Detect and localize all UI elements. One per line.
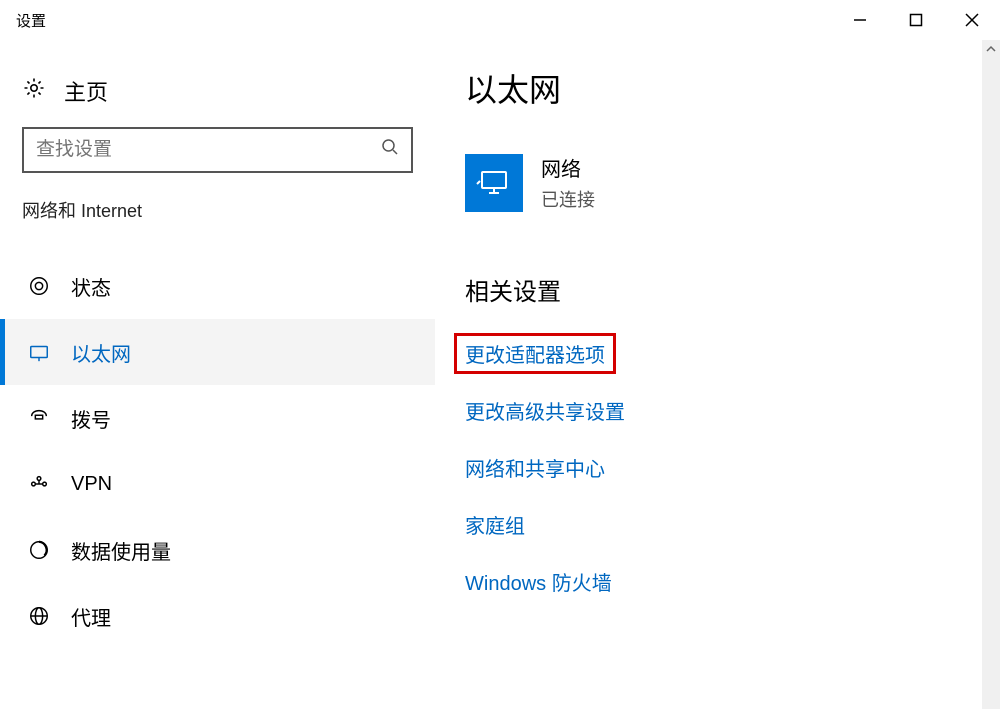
network-name: 网络 — [541, 153, 595, 182]
datausage-icon — [27, 539, 51, 561]
scroll-up-icon[interactable] — [982, 40, 1000, 58]
sidebar-item-label: 以太网 — [71, 338, 131, 367]
section-label: 网络和 Internet — [0, 197, 435, 253]
sidebar-item-proxy[interactable]: 代理 — [0, 583, 435, 649]
sidebar-item-status[interactable]: 状态 — [0, 253, 435, 319]
home-link[interactable]: 主页 — [0, 65, 435, 127]
minimize-button[interactable] — [832, 0, 888, 40]
link-network-center[interactable]: 网络和共享中心 — [465, 453, 605, 482]
proxy-icon — [27, 605, 51, 627]
link-firewall[interactable]: Windows 防火墙 — [465, 567, 612, 596]
sidebar-item-vpn[interactable]: VPN — [0, 451, 435, 517]
page-title: 以太网 — [465, 65, 1000, 111]
sidebar-item-dialup[interactable]: 拨号 — [0, 385, 435, 451]
status-icon — [27, 275, 51, 297]
network-item[interactable]: 网络 已连接 — [465, 153, 1000, 212]
sidebar-item-datausage[interactable]: 数据使用量 — [0, 517, 435, 583]
search-field[interactable] — [36, 139, 381, 161]
network-status: 已连接 — [541, 186, 595, 212]
content: 以太网 网络 已连接 相关设置 更改适配器选项 更改高级共享设置 网络和共享中心… — [435, 40, 1000, 709]
sidebar-item-label: 拨号 — [71, 404, 111, 433]
network-computer-icon — [465, 154, 523, 212]
scrollbar[interactable] — [982, 40, 1000, 709]
related-links: 更改适配器选项 更改高级共享设置 网络和共享中心 家庭组 Windows 防火墙 — [465, 339, 1000, 596]
close-button[interactable] — [944, 0, 1000, 40]
dialup-icon — [27, 407, 51, 429]
related-title: 相关设置 — [465, 272, 1000, 307]
link-homegroup[interactable]: 家庭组 — [465, 510, 525, 539]
window-controls — [832, 0, 1000, 40]
titlebar: 设置 — [0, 0, 1000, 40]
sidebar-item-label: 代理 — [71, 602, 111, 631]
window-title: 设置 — [0, 10, 46, 31]
link-adapter-options[interactable]: 更改适配器选项 — [454, 333, 616, 374]
nav-list: 状态 以太网 拨号 VPN — [0, 253, 435, 649]
maximize-button[interactable] — [888, 0, 944, 40]
ethernet-icon — [27, 341, 51, 363]
sidebar-item-label: 数据使用量 — [71, 536, 171, 565]
search-icon — [381, 138, 399, 162]
link-advanced-sharing[interactable]: 更改高级共享设置 — [465, 396, 625, 425]
sidebar: 主页 网络和 Internet 状态 — [0, 40, 435, 709]
gear-icon — [22, 76, 46, 106]
sidebar-item-label: VPN — [71, 473, 112, 496]
vpn-icon — [27, 473, 51, 495]
sidebar-item-label: 状态 — [71, 272, 111, 301]
sidebar-item-ethernet[interactable]: 以太网 — [0, 319, 435, 385]
home-label: 主页 — [64, 75, 108, 107]
search-input[interactable] — [22, 127, 413, 173]
